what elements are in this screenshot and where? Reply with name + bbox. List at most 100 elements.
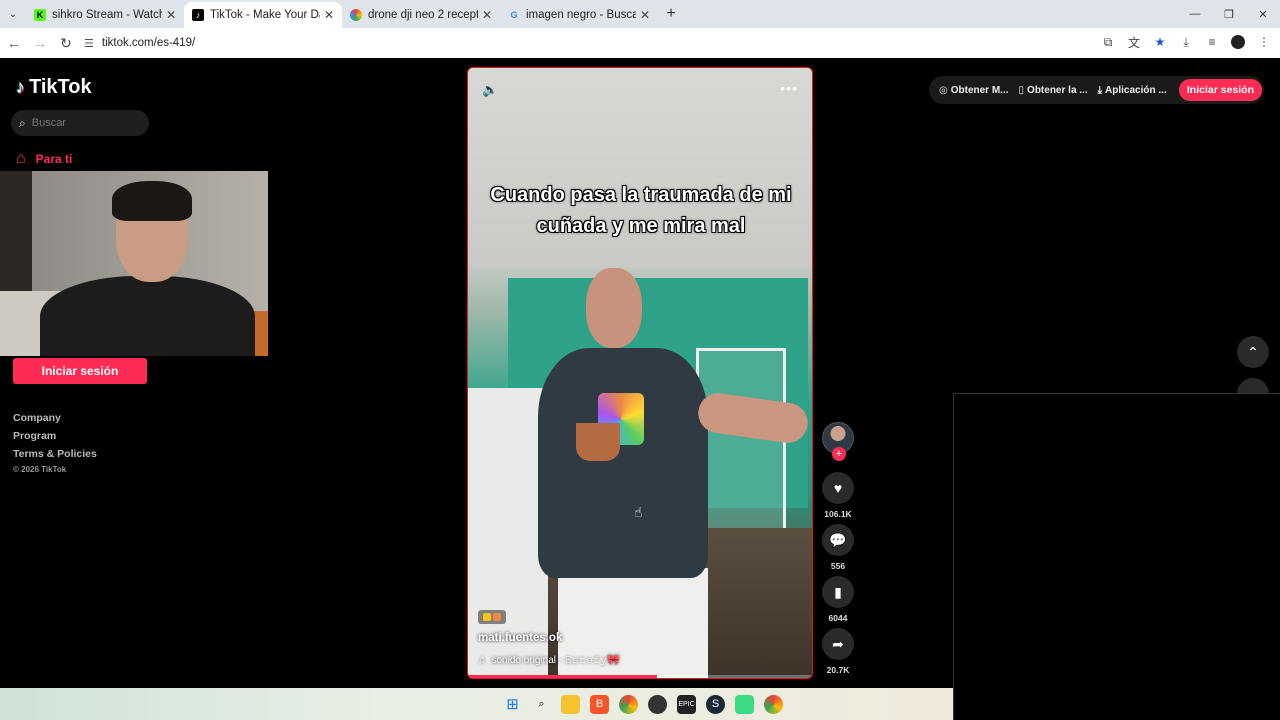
video-caption: Cuando pasa la traumada de mi cuñada y m… [468,180,812,242]
android-studio-icon[interactable] [735,694,754,714]
tab-drone-search[interactable]: drone dji neo 2 receptor - Goo ✕ [342,2,500,28]
get-coins-button[interactable]: ◎ Obtener M... [939,85,1009,96]
brave-icon[interactable]: B [590,694,609,714]
share-icon: ➦ [832,635,844,652]
google-lens-icon [350,9,362,21]
action-rail: + ♥ 106.1K 💬 556 ▮ 6044 ➦ 20.7K [820,422,856,680]
previous-video-button[interactable]: ⌃ [1237,336,1269,368]
coin-icon: ◎ [939,84,948,96]
like-button[interactable]: ♥ [822,472,854,504]
tab-imagen-search[interactable]: G imagen negro - Buscar con Goo ✕ [500,2,658,28]
forward-icon[interactable]: → [28,31,52,55]
download-icon[interactable]: ⤓ [1176,31,1196,53]
video-progress-bar[interactable] [468,675,812,678]
sound-label: sonido original - 𝙴𝚜𝚝𝚎𝚏𝚢🎀 [491,655,620,666]
close-window-icon[interactable]: ✕ [1246,0,1280,28]
next-video-button[interactable] [1237,378,1269,394]
google-icon: G [510,10,518,20]
footer-link-program[interactable]: Program [13,430,97,448]
search-input[interactable] [31,117,132,129]
close-icon[interactable]: ✕ [482,8,492,22]
volume-icon[interactable]: 🔈 [482,82,498,98]
profile-avatar[interactable] [1228,31,1248,53]
translate-icon[interactable]: 文 [1124,31,1144,53]
desktop-app-label: Aplicación ... [1105,84,1167,96]
sidebar-login-button[interactable]: Iniciar sesión [13,358,147,384]
get-coins-label: Obtener M... [950,84,1009,96]
tiktok-page: ♪ TikTok ⌕ ⌂ Para ti Iniciar sesión Comp… [0,58,1280,720]
tab-tiktok[interactable]: ♪ TikTok - Make Your Day ✕ [184,2,342,28]
comment-button[interactable]: 💬 [822,524,854,556]
app-icon[interactable] [648,694,667,714]
tab-search-icon[interactable]: ⌄ [0,0,26,28]
tiktok-icon: ♪ [192,9,204,21]
search-box[interactable]: ⌕ [11,110,149,136]
home-icon: ⌂ [16,150,26,167]
heart-icon: ♥ [833,480,843,496]
restore-icon[interactable]: ❐ [1212,0,1246,28]
url-text: tiktok.com/es-419/ [101,37,196,49]
effect-badge [478,610,506,624]
header-login-button[interactable]: Iniciar sesión [1178,79,1262,101]
top-right-bar: ◎ Obtener M... ▯ Obtener la ... ⤓ Aplicació… [929,76,1264,104]
save-button[interactable]: ▮ [822,576,854,608]
tab-title: drone dji neo 2 receptor - Goo [368,9,478,21]
back-icon[interactable]: ← [2,31,26,55]
close-icon[interactable]: ✕ [640,8,650,22]
footer-link-company[interactable]: Company [13,412,97,430]
black-overlay [953,393,1280,720]
url-field[interactable]: ☰ tiktok.com/es-419/ [84,37,195,50]
like-count: 106.1K [824,509,852,519]
file-explorer-icon[interactable] [561,694,580,714]
video-player[interactable]: Cuando pasa la traumada de mi cuñada y m… [467,67,813,679]
chrome-profile-icon[interactable] [764,694,783,714]
toolbar-actions: ⧉ 文 ★ ⤓ ≡ ⋮ [1098,31,1274,53]
nav-for-you[interactable]: ⌂ Para ti [16,150,72,168]
chrome-icon[interactable] [619,694,638,714]
address-bar: ← → ↻ ☰ tiktok.com/es-419/ ⧉ 文 ★ ⤓ ≡ ⋮ [0,28,1280,58]
search-taskbar-icon[interactable]: ⌕ [532,695,551,714]
new-tab-button[interactable]: + [658,5,684,23]
media-control-icon[interactable]: ≡ [1202,31,1222,53]
windows-taskbar: ⊞ ⌕ B EPIC S [0,688,953,720]
tiktok-note-icon: ♪ [16,77,25,97]
browser-tab-bar: ⌄ K sihkro Stream - Watch Live on K ✕ ♪ … [0,0,1280,28]
close-icon[interactable]: ✕ [324,8,334,22]
site-info-icon[interactable]: ☰ [84,37,94,50]
video-progress-fill [468,675,658,678]
get-app-button[interactable]: ▯ Obtener la ... [1019,85,1088,96]
tiktok-logo[interactable]: ♪ TikTok [16,76,92,99]
nav-for-you-label: Para ti [35,152,73,166]
windows-start-icon[interactable]: ⊞ [503,695,522,714]
bookmark-icon: ▮ [834,583,842,600]
share-button[interactable]: ➦ [822,628,854,660]
cast-icon[interactable]: ⧉ [1098,31,1118,53]
tab-kick[interactable]: K sihkro Stream - Watch Live on K ✕ [26,2,184,28]
hand-cursor-icon: ☝ [634,504,643,520]
logo-text: TikTok [29,76,92,98]
caption-line-2: cuñada y me mira mal [536,215,746,237]
follow-plus-icon[interactable]: + [832,447,846,461]
minimize-icon[interactable]: — [1178,0,1212,28]
reload-icon[interactable]: ↻ [54,31,78,55]
menu-kebab-icon[interactable]: ⋮ [1254,31,1274,53]
creator-avatar[interactable]: + [822,422,854,461]
footer-link-terms[interactable]: Terms & Policies [13,448,97,466]
search-icon[interactable]: ⌕ [19,116,26,131]
tab-title: imagen negro - Buscar con Goo [526,9,636,21]
desktop-app-button[interactable]: ⤓ Aplicación ... [1098,85,1167,96]
steam-icon[interactable]: S [706,694,725,714]
epic-games-icon[interactable]: EPIC [677,694,696,714]
kick-icon: K [34,9,46,21]
more-options-icon[interactable]: ••• [780,80,798,96]
save-count: 6044 [828,613,848,623]
caption-line-1: Cuando pasa la traumada de mi [490,184,792,206]
close-icon[interactable]: ✕ [166,8,176,22]
phone-icon: ▯ [1018,84,1025,96]
video-author[interactable]: mati.fuentes.ok [478,632,562,644]
comment-count: 556 [830,561,846,571]
video-sound[interactable]: ♫ sonido original - 𝙴𝚜𝚝𝚎𝚏𝚢🎀 [478,655,620,666]
tab-title: sihkro Stream - Watch Live on K [52,9,162,21]
get-app-label: Obtener la ... [1027,84,1088,96]
bookmark-star-icon[interactable]: ★ [1150,31,1170,53]
